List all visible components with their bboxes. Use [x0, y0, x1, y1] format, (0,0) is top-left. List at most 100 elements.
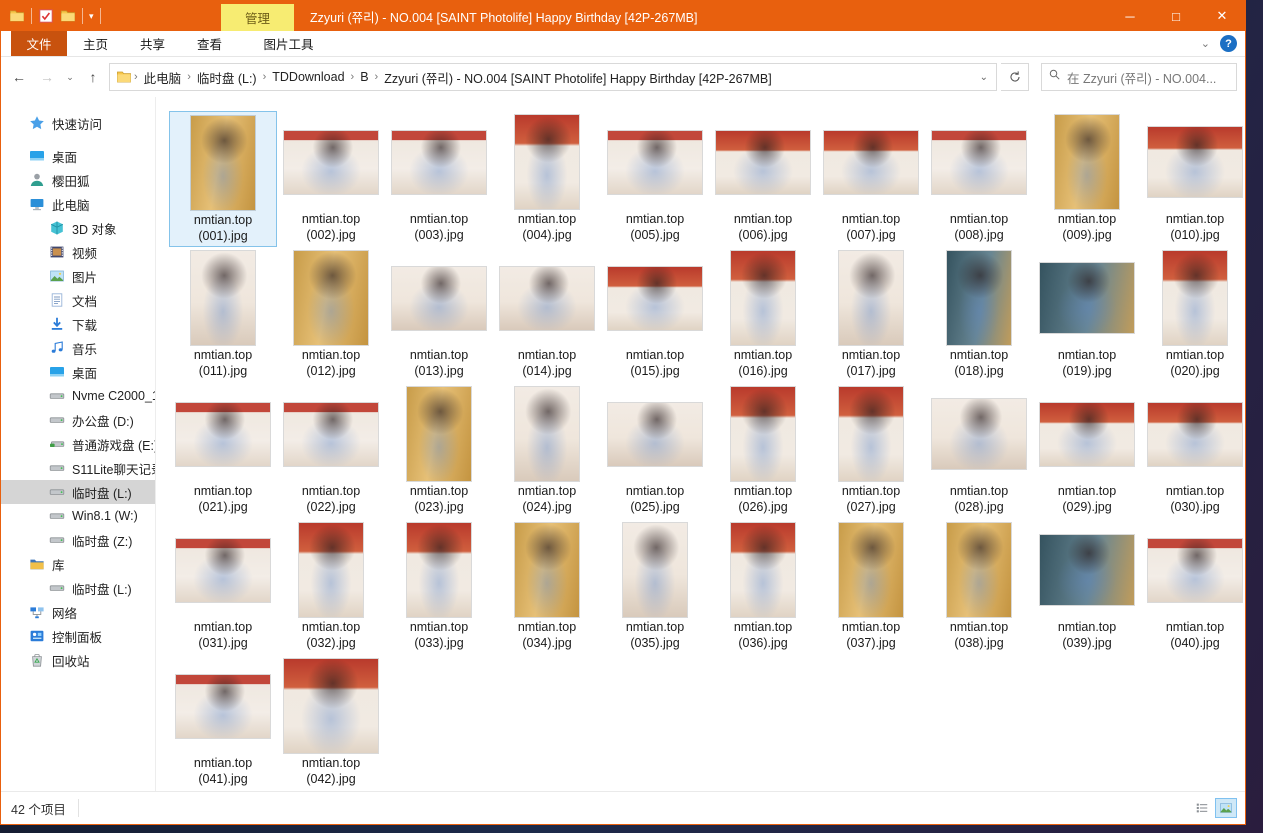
tab-查看[interactable]: 查看 [181, 31, 238, 56]
file-item[interactable]: nmtian.top (028).jpg [925, 383, 1033, 519]
file-item[interactable]: nmtian.top (012).jpg [277, 247, 385, 383]
file-item[interactable]: nmtian.top (013).jpg [385, 247, 493, 383]
file-item[interactable]: nmtian.top (034).jpg [493, 519, 601, 655]
file-thumbnail[interactable] [392, 267, 486, 330]
titlebar[interactable]: ▾ 管理 Zzyuri (쮸리) - NO.004 [SAINT Photoli… [1, 1, 1245, 31]
file-thumbnail[interactable] [932, 399, 1026, 469]
tab-主页[interactable]: 主页 [67, 31, 124, 56]
file-thumbnail[interactable] [1040, 535, 1134, 605]
tab-文件[interactable]: 文件 [11, 31, 67, 56]
file-thumbnail[interactable] [284, 403, 378, 466]
file-item[interactable]: nmtian.top (006).jpg [709, 111, 817, 247]
file-item[interactable]: nmtian.top (025).jpg [601, 383, 709, 519]
tab-图片工具[interactable]: 图片工具 [252, 31, 325, 56]
sidebar-item-此电脑[interactable]: 此电脑 [1, 192, 155, 216]
file-thumbnail[interactable] [608, 131, 702, 194]
file-item[interactable]: nmtian.top (019).jpg [1033, 247, 1141, 383]
file-item[interactable]: nmtian.top (018).jpg [925, 247, 1033, 383]
file-thumbnail[interactable] [176, 675, 270, 738]
file-thumbnail[interactable] [716, 131, 810, 194]
file-thumbnail[interactable] [191, 116, 255, 210]
file-thumbnail[interactable] [500, 267, 594, 330]
sidebar-item-网络[interactable]: 网络 [1, 600, 155, 624]
file-item[interactable]: nmtian.top (016).jpg [709, 247, 817, 383]
file-thumbnail[interactable] [839, 251, 903, 345]
sidebar-item-Win8.1 (W:)[interactable]: Win8.1 (W:) [1, 504, 155, 528]
file-item[interactable]: nmtian.top (010).jpg [1141, 111, 1245, 247]
file-thumbnail[interactable] [731, 387, 795, 481]
sidebar-item-Nvme C2000_1[interactable]: Nvme C2000_1 [1, 384, 155, 408]
sidebar-item-临时盘 (Z:)[interactable]: 临时盘 (Z:) [1, 528, 155, 552]
file-item[interactable]: nmtian.top (014).jpg [493, 247, 601, 383]
file-thumbnail[interactable] [608, 403, 702, 466]
file-thumbnail[interactable] [1148, 127, 1242, 197]
file-thumbnail[interactable] [176, 539, 270, 602]
breadcrumb-item[interactable]: Zzyuri (쮸리) - NO.004 [SAINT Photolife] H… [380, 68, 776, 87]
file-thumbnail[interactable] [1163, 251, 1227, 345]
file-thumbnail[interactable] [176, 403, 270, 466]
address-dropdown-chevron-icon[interactable]: ⌄ [976, 72, 992, 83]
file-thumbnail[interactable] [299, 523, 363, 617]
file-item[interactable]: nmtian.top (011).jpg [169, 247, 277, 383]
sidebar-item-桌面[interactable]: 桌面 [1, 360, 155, 384]
file-item[interactable]: nmtian.top (038).jpg [925, 519, 1033, 655]
back-button[interactable]: ← [7, 69, 31, 85]
file-item[interactable]: nmtian.top (031).jpg [169, 519, 277, 655]
file-item[interactable]: nmtian.top (039).jpg [1033, 519, 1141, 655]
file-thumbnail[interactable] [608, 267, 702, 330]
file-thumbnail[interactable] [731, 523, 795, 617]
sidebar-item-图片[interactable]: 图片 [1, 264, 155, 288]
sidebar-item-视频[interactable]: 视频 [1, 240, 155, 264]
sidebar-item-3D 对象[interactable]: 3D 对象 [1, 216, 155, 240]
manage-context-tab[interactable]: 管理 [221, 4, 294, 31]
file-thumbnail[interactable] [407, 523, 471, 617]
file-item[interactable]: nmtian.top (017).jpg [817, 247, 925, 383]
recent-locations-chevron-icon[interactable]: ⌄ [63, 72, 77, 83]
ribbon-collapse-chevron-icon[interactable]: ⌄ [1201, 37, 1210, 50]
file-item[interactable]: nmtian.top (037).jpg [817, 519, 925, 655]
breadcrumb-item[interactable]: TDDownload [268, 70, 348, 84]
sidebar-item-办公盘 (D:)[interactable]: 办公盘 (D:) [1, 408, 155, 432]
thumbnails-view-button[interactable] [1215, 798, 1237, 818]
file-thumbnail[interactable] [1040, 263, 1134, 333]
file-thumbnail[interactable] [824, 131, 918, 194]
file-item[interactable]: nmtian.top (020).jpg [1141, 247, 1245, 383]
file-item[interactable]: nmtian.top (001).jpg [169, 111, 277, 247]
sidebar-item-回收站[interactable]: 回收站 [1, 648, 155, 672]
file-item[interactable]: nmtian.top (003).jpg [385, 111, 493, 247]
file-thumbnail[interactable] [1148, 403, 1242, 466]
sidebar-item-临时盘 (L:)[interactable]: 临时盘 (L:) [1, 576, 155, 600]
file-item[interactable]: nmtian.top (007).jpg [817, 111, 925, 247]
file-item[interactable]: nmtian.top (035).jpg [601, 519, 709, 655]
close-button[interactable]: ✕ [1199, 1, 1245, 31]
file-item[interactable]: nmtian.top (041).jpg [169, 655, 277, 791]
file-item[interactable]: nmtian.top (009).jpg [1033, 111, 1141, 247]
file-item[interactable]: nmtian.top (030).jpg [1141, 383, 1245, 519]
file-thumbnail[interactable] [1148, 539, 1242, 602]
sidebar-item-桌面[interactable]: 桌面 [1, 144, 155, 168]
sidebar-item-普通游戏盘 (E:)[interactable]: 普通游戏盘 (E:) [1, 432, 155, 456]
file-item[interactable]: nmtian.top (042).jpg [277, 655, 385, 791]
dropdown-arrow-icon[interactable]: ▾ [89, 11, 94, 22]
up-button[interactable]: ↑ [81, 69, 105, 85]
file-thumbnail[interactable] [932, 131, 1026, 194]
address-box[interactable]: ›此电脑›临时盘 (L:)›TDDownload›B›Zzyuri (쮸리) -… [109, 63, 997, 91]
file-item[interactable]: nmtian.top (026).jpg [709, 383, 817, 519]
file-item[interactable]: nmtian.top (024).jpg [493, 383, 601, 519]
sidebar-item-快速访问[interactable]: 快速访问 [1, 111, 155, 135]
sidebar-item-音乐[interactable]: 音乐 [1, 336, 155, 360]
sidebar-item-S11Lite聊天记录[interactable]: S11Lite聊天记录 [1, 456, 155, 480]
sidebar-item-控制面板[interactable]: 控制面板 [1, 624, 155, 648]
file-thumbnail[interactable] [947, 251, 1011, 345]
sidebar-item-下载[interactable]: 下载 [1, 312, 155, 336]
file-item[interactable]: nmtian.top (029).jpg [1033, 383, 1141, 519]
folder-icon[interactable] [9, 8, 25, 24]
file-item[interactable]: nmtian.top (036).jpg [709, 519, 817, 655]
tab-共享[interactable]: 共享 [124, 31, 181, 56]
folder-icon[interactable] [60, 8, 76, 24]
refresh-button[interactable] [1001, 63, 1029, 91]
file-thumbnail[interactable] [1040, 403, 1134, 466]
help-icon[interactable]: ? [1220, 35, 1237, 52]
file-item[interactable]: nmtian.top (002).jpg [277, 111, 385, 247]
file-item[interactable]: nmtian.top (040).jpg [1141, 519, 1245, 655]
